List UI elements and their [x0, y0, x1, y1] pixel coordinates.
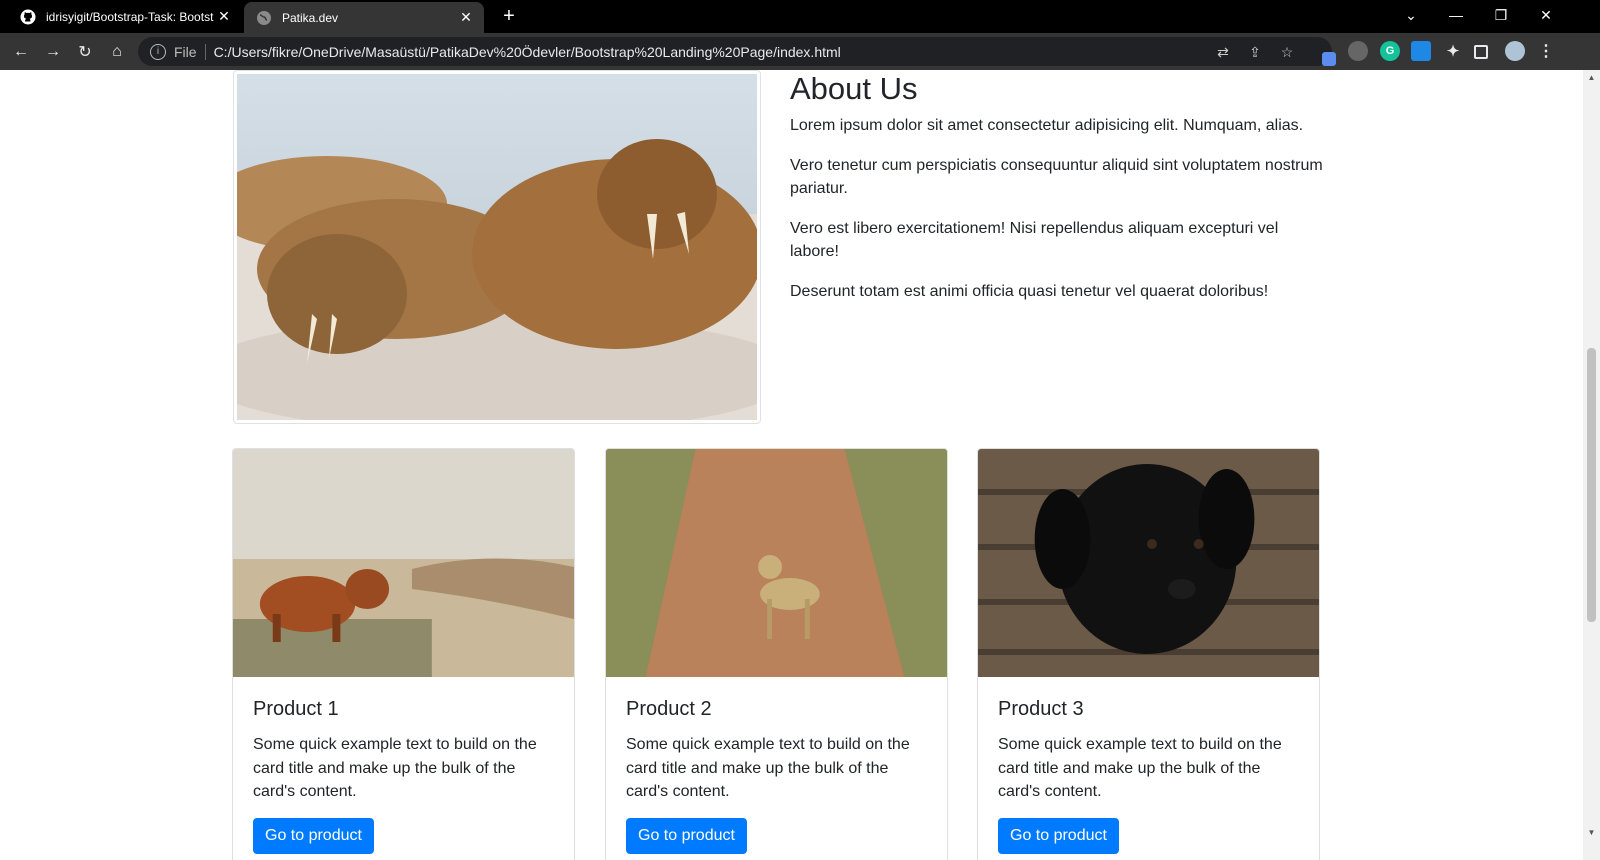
grammarly-icon[interactable]: G: [1380, 41, 1400, 61]
card-title: Product 3: [998, 698, 1084, 720]
info-icon[interactable]: i: [150, 43, 166, 60]
vertical-scrollbar[interactable]: ▲ ▼: [1583, 70, 1600, 860]
avatar[interactable]: [1505, 41, 1525, 61]
about-heading: About Us: [790, 71, 918, 106]
window-close-icon[interactable]: ✕: [1523, 0, 1569, 30]
menu-icon[interactable]: ⋮: [1536, 41, 1556, 61]
go-to-product-button[interactable]: Go to product: [253, 817, 374, 854]
tab-patika[interactable]: Patika.dev ✕: [244, 2, 484, 33]
tab-github[interactable]: idrisyigit/Bootstrap-Task: Bootstrap ✕: [8, 0, 242, 33]
card-text: Some quick example text to build on the …: [253, 736, 537, 800]
forward-icon[interactable]: →: [40, 39, 66, 65]
address-bar[interactable]: i File C:/Users/fikre/OneDrive/Masaüstü/…: [138, 37, 1332, 66]
tab-strip: idrisyigit/Bootstrap-Task: Bootstrap ✕ P…: [0, 0, 1600, 33]
bookmark-star-icon[interactable]: ☆: [1278, 43, 1296, 61]
about-paragraph: Deserunt totam est animi officia quasi t…: [790, 282, 1269, 300]
card-text: Some quick example text to build on the …: [998, 736, 1282, 800]
about-section: About Us Lorem ipsum dolor sit amet cons…: [790, 70, 1330, 319]
extension-icon[interactable]: [1411, 41, 1431, 61]
go-to-product-button[interactable]: Go to product: [998, 817, 1119, 854]
restore-icon[interactable]: ❐: [1478, 0, 1524, 30]
github-icon: [20, 9, 36, 25]
extension-icon[interactable]: [1348, 41, 1368, 61]
scroll-thumb[interactable]: [1587, 348, 1596, 622]
back-icon[interactable]: ←: [8, 39, 34, 65]
browser-toolbar: ← → ↻ ⌂ i File C:/Users/fikre/OneDrive/M…: [0, 33, 1600, 70]
minimize-icon[interactable]: —: [1433, 0, 1479, 30]
side-panel-icon[interactable]: [1474, 45, 1488, 59]
go-to-product-button[interactable]: Go to product: [626, 817, 747, 854]
close-icon[interactable]: ✕: [214, 7, 234, 27]
product-card: Product 2 Some quick example text to bui…: [605, 448, 948, 860]
product-card: Product 1 Some quick example text to bui…: [232, 448, 575, 860]
about-paragraph: Lorem ipsum dolor sit amet consectetur a…: [790, 117, 1304, 134]
product-card: Product 3 Some quick example text to bui…: [977, 448, 1320, 860]
reload-icon[interactable]: ↻: [72, 39, 98, 65]
divider: [204, 43, 206, 60]
walrus-image: [197, 70, 797, 434]
tab-title: idrisyigit/Bootstrap-Task: Bootstrap: [46, 9, 214, 24]
puzzle-icon[interactable]: ✦: [1443, 41, 1463, 61]
extension-icon[interactable]: [1322, 52, 1336, 66]
url-text[interactable]: C:/Users/fikre/OneDrive/Masaüstü/PatikaD…: [214, 44, 841, 60]
share-icon[interactable]: ⇪: [1246, 43, 1264, 61]
home-icon[interactable]: ⌂: [104, 39, 130, 65]
page-content: About Us Lorem ipsum dolor sit amet cons…: [0, 70, 1583, 860]
close-icon[interactable]: ✕: [456, 8, 476, 28]
new-tab-icon[interactable]: +: [498, 5, 520, 27]
globe-icon: [256, 10, 272, 26]
scroll-up-icon[interactable]: ▲: [1587, 73, 1596, 82]
black-puppy-image: [978, 449, 1319, 677]
card-title: Product 2: [626, 698, 712, 720]
translate-icon[interactable]: ⇄: [1214, 43, 1232, 61]
card-title: Product 1: [253, 698, 339, 720]
about-paragraph: Vero est libero exercitationem! Nisi rep…: [790, 219, 1279, 261]
about-paragraph: Vero tenetur cum perspiciatis consequunt…: [790, 156, 1323, 198]
card-text: Some quick example text to build on the …: [626, 736, 910, 800]
highland-cow-image: [233, 449, 574, 677]
scroll-down-icon[interactable]: ▼: [1587, 828, 1596, 837]
tab-title: Patika.dev: [282, 10, 339, 25]
scheme-label: File: [174, 43, 197, 60]
leopard-image: [606, 449, 947, 677]
tab-search-icon[interactable]: ⌄: [1388, 0, 1434, 30]
